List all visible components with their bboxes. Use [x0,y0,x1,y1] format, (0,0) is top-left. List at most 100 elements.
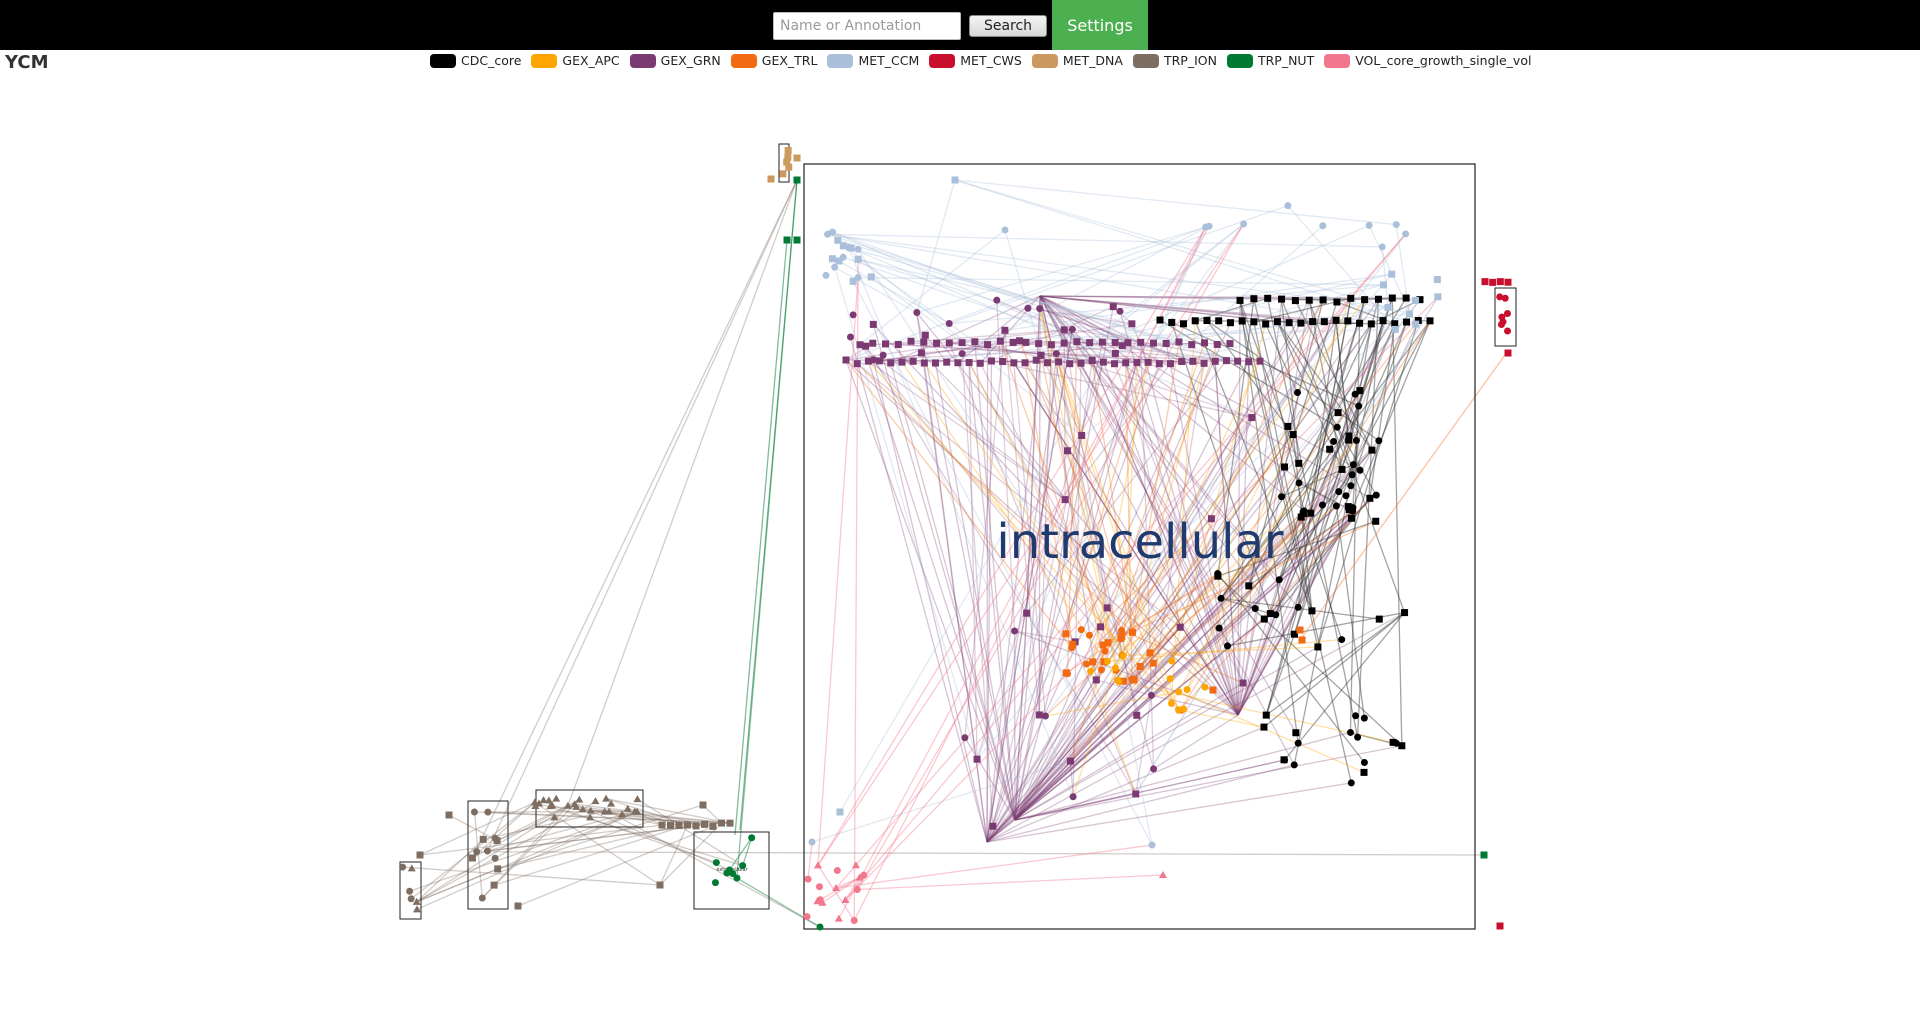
network-node[interactable] [976,359,984,367]
network-node[interactable] [867,273,875,281]
network-node[interactable] [692,822,700,830]
network-node[interactable] [1354,733,1362,741]
network-node[interactable] [1294,739,1302,747]
network-node[interactable] [943,358,951,366]
network-node[interactable] [1398,742,1406,750]
network-node[interactable] [1338,465,1346,473]
network-node[interactable] [445,811,453,819]
network-node[interactable] [816,923,824,931]
network-node[interactable] [491,854,499,862]
network-node[interactable] [1103,604,1111,612]
network-node[interactable] [779,170,787,178]
network-node[interactable] [1298,636,1306,644]
network-node[interactable] [1307,509,1315,517]
network-node[interactable] [1213,340,1221,348]
network-node[interactable] [1481,278,1489,286]
network-node[interactable] [993,296,1001,304]
network-node[interactable] [684,821,691,829]
network-node[interactable] [1062,669,1070,677]
network-diagram[interactable]: intracellular extracellular [0,0,1920,1023]
network-node[interactable] [784,146,792,154]
network-node[interactable] [1342,492,1350,500]
network-node[interactable] [1426,317,1434,325]
network-node[interactable] [699,801,707,809]
network-node[interactable] [602,794,611,802]
network-node[interactable] [1133,711,1141,719]
network-node[interactable] [1378,243,1386,251]
network-node[interactable] [828,255,836,263]
network-node[interactable] [793,236,801,244]
network-node[interactable] [1016,337,1024,345]
network-node[interactable] [1374,295,1382,303]
network-node[interactable] [473,848,481,856]
network-node[interactable] [701,820,708,828]
network-node[interactable] [1294,389,1302,397]
network-node[interactable] [1041,712,1049,720]
network-node[interactable] [1011,627,1019,635]
network-node[interactable] [1497,321,1505,329]
network-node[interactable] [1104,639,1112,647]
network-node[interactable] [1326,445,1334,453]
network-node[interactable] [633,795,642,803]
network-node[interactable] [971,338,979,346]
network-node[interactable] [1209,686,1217,694]
network-node[interactable] [1290,761,1298,769]
network-node[interactable] [804,875,812,883]
network-node[interactable] [1334,409,1342,417]
network-node[interactable] [1217,594,1225,602]
network-node[interactable] [1347,779,1355,787]
network-node[interactable] [575,795,584,803]
network-node[interactable] [1086,339,1094,347]
network-node[interactable] [813,861,822,869]
network-node[interactable] [1375,437,1383,445]
network-node[interactable] [862,342,870,350]
network-node[interactable] [1089,658,1097,666]
network-node[interactable] [1297,319,1305,327]
network-node[interactable] [815,883,823,891]
network-node[interactable] [468,854,476,862]
network-node[interactable] [1122,359,1130,367]
network-node[interactable] [1200,339,1208,347]
network-node[interactable] [483,847,491,855]
network-node[interactable] [1434,293,1442,301]
network-node[interactable] [1251,604,1259,612]
network-node[interactable] [1168,657,1176,665]
network-node[interactable] [1179,320,1187,328]
network-node[interactable] [887,359,895,367]
network-node[interactable] [1504,278,1512,286]
network-node[interactable] [1097,666,1105,674]
network-node[interactable] [1365,221,1373,229]
network-node[interactable] [1320,318,1328,326]
network-node[interactable] [1211,357,1219,365]
network-node[interactable] [479,835,487,843]
network-node[interactable] [783,158,791,166]
network-node[interactable] [1292,729,1300,737]
network-node[interactable] [1256,357,1264,365]
network-node[interactable] [1330,437,1338,445]
network-node[interactable] [413,905,422,913]
network-node[interactable] [1150,765,1158,773]
network-node[interactable] [1178,357,1186,365]
network-node[interactable] [1191,317,1199,325]
network-node[interactable] [1137,338,1145,346]
network-node[interactable] [1361,296,1369,304]
network-node[interactable] [1111,338,1119,346]
network-node[interactable] [667,821,674,829]
network-node[interactable] [1162,339,1170,347]
network-node[interactable] [1300,507,1308,515]
network-node[interactable] [846,333,854,341]
network-node[interactable] [1183,686,1191,694]
network-node[interactable] [1332,502,1340,510]
network-node[interactable] [1250,318,1258,326]
network-node[interactable] [1118,342,1126,350]
network-node[interactable] [1284,422,1292,430]
network-node[interactable] [783,236,791,244]
network-node[interactable] [1295,459,1303,467]
network-node[interactable] [1174,706,1182,714]
network-node[interactable] [1498,313,1506,321]
network-node[interactable] [1245,358,1253,366]
network-node[interactable] [1189,357,1197,365]
network-node[interactable] [984,341,992,349]
network-node[interactable] [1403,318,1411,326]
network-node[interactable] [1035,711,1043,719]
